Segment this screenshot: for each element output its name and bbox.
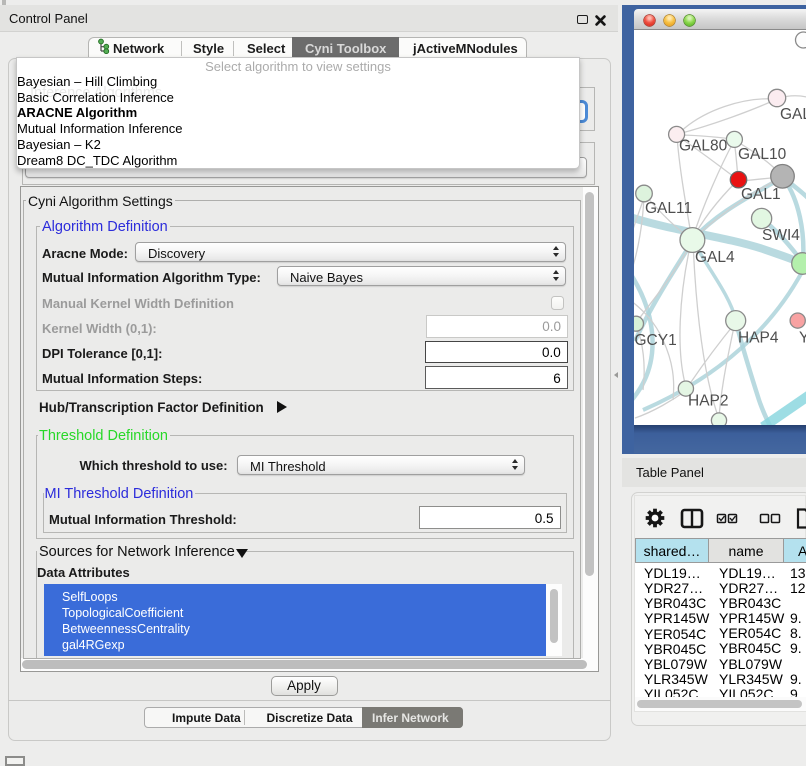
- svg-text:GAL10: GAL10: [738, 146, 787, 163]
- svg-text:HAP2: HAP2: [688, 393, 729, 410]
- svg-text:GAL4: GAL4: [695, 249, 735, 266]
- svg-text:SWI4: SWI4: [762, 227, 800, 244]
- svg-text:GAL1: GAL1: [741, 186, 781, 203]
- svg-text:GAL11: GAL11: [645, 200, 692, 217]
- svg-text:GAL7: GAL7: [780, 106, 806, 123]
- svg-text:GCY1: GCY1: [635, 332, 677, 349]
- svg-text:Y: Y: [799, 330, 806, 347]
- svg-text:GAL80: GAL80: [679, 138, 728, 155]
- svg-text:HAP4: HAP4: [738, 330, 779, 347]
